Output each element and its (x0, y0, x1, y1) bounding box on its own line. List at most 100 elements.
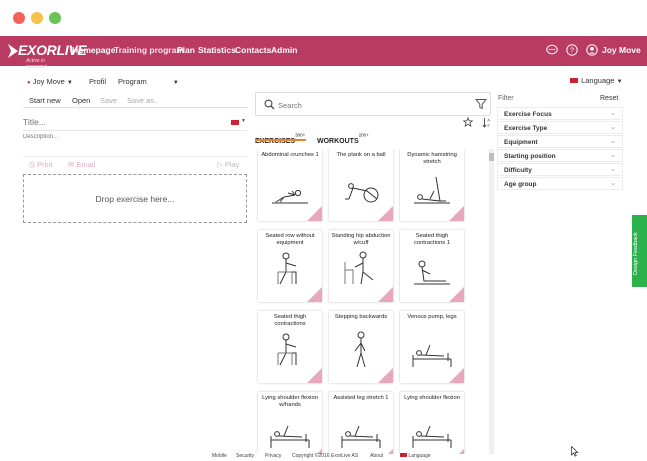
exorlive-logo[interactable]: EXORLIVE Active in recovery! (6, 39, 87, 70)
sort-icon[interactable]: A Z (482, 117, 492, 128)
footer-security-link[interactable]: Security (236, 453, 254, 459)
nav-contacts[interactable]: Contacts (235, 45, 271, 55)
exercise-card[interactable]: Standing hip abduction w/cuff (329, 230, 393, 302)
footer-mobile-link[interactable]: Mobile (212, 453, 227, 459)
exercise-card[interactable]: Seated row without equipment (258, 230, 322, 302)
exercise-illustration-stretch (414, 176, 450, 204)
exercise-illustration-bed (412, 425, 452, 448)
caret-down-icon: ▼ (66, 80, 73, 86)
filter-difficulty[interactable]: Difficulty ⌄ (497, 163, 623, 176)
filter-exercise-focus[interactable]: Exercise Focus ⌄ (497, 107, 623, 120)
app-window: EXORLIVE Active in recovery! Homepage Tr… (0, 0, 647, 461)
program-dropdown[interactable]: Program ▼ (118, 77, 179, 86)
uk-flag-icon (400, 453, 407, 457)
design-feedback-tab[interactable]: Design Feedback (632, 215, 647, 287)
exercise-dropzone[interactable]: Drop exercise here... (23, 174, 247, 223)
chat-icon[interactable] (546, 44, 558, 56)
search-input[interactable] (278, 99, 458, 111)
uk-flag-icon (570, 78, 578, 83)
exercise-corner-ribbon (449, 206, 464, 221)
footer-privacy-link[interactable]: Privacy (265, 453, 281, 459)
filter-equipment[interactable]: Equipment ⌄ (497, 135, 623, 148)
open-button[interactable]: Open (72, 96, 90, 105)
exercise-card[interactable]: Dynamic hamstring stretch (400, 149, 464, 221)
print-button[interactable]: ⎙ Print (29, 160, 53, 170)
filter-label: Difficulty (504, 167, 532, 174)
exercise-card[interactable]: Stepping backwards (329, 311, 393, 383)
chevron-down-icon: ⌄ (610, 180, 616, 187)
caret-down-icon: ▼ (616, 79, 623, 85)
tab-workouts-count: 200+ (358, 132, 369, 138)
description-input[interactable] (23, 132, 223, 142)
exercise-title: Lying shoulder flexion w/hands (262, 395, 318, 408)
language-label: Language (581, 76, 615, 85)
minimize-window-button[interactable] (31, 12, 43, 24)
user-icon[interactable] (586, 44, 598, 56)
caret-down-icon: ▼ (172, 80, 179, 86)
nav-homepage[interactable]: Homepage (72, 45, 115, 55)
filter-age-group[interactable]: Age group ⌄ (497, 177, 623, 190)
email-button[interactable]: ✉ Email (68, 160, 95, 169)
nav-plan[interactable]: Plan (177, 45, 195, 55)
start-new-button[interactable]: Start new (29, 96, 61, 105)
footer-about-link[interactable]: About (370, 453, 383, 459)
exercise-title: Assisted leg stretch 1 (333, 395, 389, 401)
exercise-card[interactable]: Seated thigh contractions 1 (400, 230, 464, 302)
svg-text:Z: Z (487, 123, 490, 128)
exercise-card[interactable]: The plank on a ball (329, 149, 393, 221)
printer-icon: ⎙ (29, 160, 35, 169)
reset-filters-button[interactable]: Reset (600, 95, 618, 102)
exercise-corner-ribbon (449, 368, 464, 383)
mouse-cursor-icon (571, 446, 579, 457)
exercise-card[interactable]: Lying shoulder flexion w/hands (258, 392, 322, 454)
search-icon (264, 99, 275, 110)
help-icon[interactable]: ? (566, 44, 578, 56)
language-dropdown[interactable]: Language ▼ (570, 76, 623, 85)
exercise-browser: A Z EXERCISES300+ WORKOUTS200+ Abdominal… (255, 92, 494, 454)
profil-link[interactable]: Profil (89, 77, 106, 86)
sub-user-dropdown[interactable]: ● Joy Move ▼ (27, 77, 73, 86)
close-window-button[interactable] (13, 12, 25, 24)
exercise-card[interactable]: Venous pump, legs (400, 311, 464, 383)
filter-funnel-icon[interactable] (475, 98, 487, 110)
title-input[interactable] (23, 116, 233, 128)
scrollbar-thumb[interactable] (489, 153, 494, 161)
feedback-label: Design Feedback (633, 232, 639, 275)
exercise-scrollbar[interactable] (489, 149, 494, 454)
email-label: Email (76, 160, 96, 169)
exercise-illustration-crunch (272, 189, 308, 204)
exercise-corner-ribbon (378, 206, 393, 221)
tab-exercises-count: 300+ (295, 132, 306, 138)
exercise-card[interactable]: Assisted leg stretch 1 (329, 392, 393, 454)
favorite-star-icon[interactable] (463, 117, 473, 127)
exercise-title: The plank on a ball (336, 152, 386, 158)
exercise-corner-ribbon (307, 368, 322, 383)
maximize-window-button[interactable] (49, 12, 61, 24)
save-button[interactable]: Save (100, 96, 117, 105)
exercise-title: Stepping backwards (334, 314, 388, 320)
nav-statistics[interactable]: Statistics (198, 45, 236, 55)
save-as-button[interactable]: Save as.. (127, 96, 158, 105)
sub-user-label: Joy Move (32, 77, 65, 86)
nav-training-program[interactable]: Training program (114, 45, 184, 55)
filter-label: Starting position (504, 153, 556, 160)
caret-down-icon[interactable]: ▼ (241, 118, 246, 124)
filter-starting-position[interactable]: Starting position ⌄ (497, 149, 623, 162)
search-box (255, 92, 491, 116)
exercise-illustration-sit-floor (414, 260, 450, 285)
editor-actions: ⎙ Print ✉ Email ▷ Play (23, 156, 247, 169)
exercise-title: Dynamic hamstring stretch (407, 152, 457, 165)
exercise-card[interactable]: Seated thigh contractions (258, 311, 322, 383)
play-button[interactable]: ▷ Play (217, 160, 239, 169)
exercise-card[interactable]: Abdominal crunches 1 (258, 149, 322, 221)
exercise-card[interactable]: Lying shoulder flexion (400, 392, 464, 454)
user-menu[interactable]: Joy Move (602, 45, 641, 55)
filter-exercise-type[interactable]: Exercise Type ⌄ (497, 121, 623, 134)
active-tab-underline (255, 139, 306, 141)
exercise-illustration-plank (345, 183, 379, 203)
exercise-title: Seated row without equipment (265, 233, 315, 246)
nav-admin[interactable]: Admin (271, 45, 297, 55)
footer-language-link[interactable]: Language (400, 453, 431, 459)
tab-workouts[interactable]: WORKOUTS200+ (317, 130, 397, 145)
exercise-corner-ribbon (449, 287, 464, 302)
